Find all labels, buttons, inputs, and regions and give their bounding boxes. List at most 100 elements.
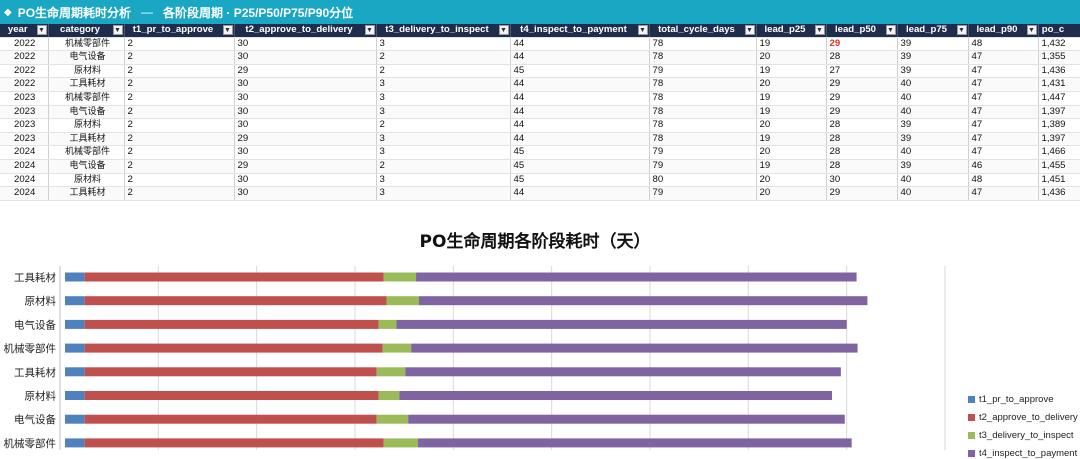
table-cell-t1_pr_to_approve[interactable]: 2 xyxy=(124,159,235,174)
table-cell-t3_delivery_to_inspect[interactable]: 2 xyxy=(376,64,511,79)
table-cell-year[interactable]: 2023 xyxy=(0,118,49,133)
table-cell-t3_delivery_to_inspect[interactable]: 3 xyxy=(376,77,511,92)
table-cell-category[interactable]: 电气设备 xyxy=(48,105,125,120)
table-cell-lead_p50[interactable]: 29 xyxy=(826,37,898,52)
table-cell-t3_delivery_to_inspect[interactable]: 3 xyxy=(376,37,511,52)
filter-dropdown-icon[interactable]: ▼ xyxy=(814,25,825,35)
table-cell-t2_approve_to_delivery[interactable]: 30 xyxy=(234,91,377,106)
table-cell-category[interactable]: 机械零部件 xyxy=(48,91,125,106)
table-cell-total_cycle_days[interactable]: 78 xyxy=(649,77,757,92)
table-cell-year[interactable]: 2023 xyxy=(0,105,49,120)
table-cell-po_c[interactable]: 1,431 xyxy=(1038,77,1080,92)
table-cell-t3_delivery_to_inspect[interactable]: 3 xyxy=(376,186,511,201)
table-cell-lead_p50[interactable]: 28 xyxy=(826,145,898,160)
table-cell-t4_inspect_to_payment[interactable]: 44 xyxy=(510,186,650,201)
table-cell-po_c[interactable]: 1,397 xyxy=(1038,105,1080,120)
table-cell-lead_p50[interactable]: 29 xyxy=(826,105,898,120)
table-cell-t4_inspect_to_payment[interactable]: 45 xyxy=(510,145,650,160)
table-cell-t2_approve_to_delivery[interactable]: 30 xyxy=(234,37,377,52)
table-cell-year[interactable]: 2024 xyxy=(0,145,49,160)
table-cell-t4_inspect_to_payment[interactable]: 44 xyxy=(510,37,650,52)
table-cell-t1_pr_to_approve[interactable]: 2 xyxy=(124,118,235,133)
table-cell-t2_approve_to_delivery[interactable]: 29 xyxy=(234,132,377,147)
table-cell-t2_approve_to_delivery[interactable]: 29 xyxy=(234,159,377,174)
table-cell-po_c[interactable]: 1,389 xyxy=(1038,118,1080,133)
table-cell-lead_p25[interactable]: 20 xyxy=(756,50,827,65)
filter-dropdown-icon[interactable]: ▼ xyxy=(885,25,896,35)
table-cell-t4_inspect_to_payment[interactable]: 44 xyxy=(510,77,650,92)
table-cell-lead_p25[interactable]: 20 xyxy=(756,173,827,188)
table-cell-category[interactable]: 工具耗材 xyxy=(48,77,125,92)
table-cell-t1_pr_to_approve[interactable]: 2 xyxy=(124,64,235,79)
table-cell-year[interactable]: 2023 xyxy=(0,91,49,106)
table-cell-lead_p75[interactable]: 40 xyxy=(897,173,969,188)
table-cell-year[interactable]: 2022 xyxy=(0,64,49,79)
table-cell-t1_pr_to_approve[interactable]: 2 xyxy=(124,37,235,52)
table-cell-lead_p90[interactable]: 47 xyxy=(968,91,1039,106)
table-cell-t3_delivery_to_inspect[interactable]: 2 xyxy=(376,118,511,133)
table-cell-year[interactable]: 2022 xyxy=(0,77,49,92)
table-cell-year[interactable]: 2022 xyxy=(0,50,49,65)
table-cell-lead_p75[interactable]: 40 xyxy=(897,145,969,160)
table-cell-total_cycle_days[interactable]: 78 xyxy=(649,50,757,65)
table-cell-lead_p25[interactable]: 20 xyxy=(756,186,827,201)
table-cell-lead_p75[interactable]: 39 xyxy=(897,118,969,133)
table-cell-lead_p50[interactable]: 28 xyxy=(826,159,898,174)
table-cell-t3_delivery_to_inspect[interactable]: 3 xyxy=(376,173,511,188)
table-cell-po_c[interactable]: 1,455 xyxy=(1038,159,1080,174)
table-cell-po_c[interactable]: 1,451 xyxy=(1038,173,1080,188)
table-cell-t2_approve_to_delivery[interactable]: 29 xyxy=(234,64,377,79)
table-cell-category[interactable]: 原材料 xyxy=(48,118,125,133)
table-cell-total_cycle_days[interactable]: 78 xyxy=(649,105,757,120)
table-cell-lead_p50[interactable]: 30 xyxy=(826,173,898,188)
table-cell-t3_delivery_to_inspect[interactable]: 3 xyxy=(376,91,511,106)
table-cell-t2_approve_to_delivery[interactable]: 30 xyxy=(234,186,377,201)
table-cell-t1_pr_to_approve[interactable]: 2 xyxy=(124,91,235,106)
table-cell-lead_p75[interactable]: 39 xyxy=(897,159,969,174)
table-cell-t3_delivery_to_inspect[interactable]: 2 xyxy=(376,50,511,65)
table-cell-t2_approve_to_delivery[interactable]: 30 xyxy=(234,145,377,160)
table-cell-po_c[interactable]: 1,436 xyxy=(1038,186,1080,201)
table-cell-po_c[interactable]: 1,355 xyxy=(1038,50,1080,65)
table-cell-lead_p90[interactable]: 47 xyxy=(968,64,1039,79)
table-cell-t4_inspect_to_payment[interactable]: 44 xyxy=(510,105,650,120)
table-cell-lead_p25[interactable]: 19 xyxy=(756,37,827,52)
table-cell-lead_p25[interactable]: 20 xyxy=(756,145,827,160)
table-cell-t4_inspect_to_payment[interactable]: 44 xyxy=(510,132,650,147)
table-cell-t1_pr_to_approve[interactable]: 2 xyxy=(124,132,235,147)
filter-dropdown-icon[interactable]: ▼ xyxy=(498,25,509,35)
table-cell-lead_p25[interactable]: 19 xyxy=(756,105,827,120)
table-cell-year[interactable]: 2024 xyxy=(0,159,49,174)
table-cell-total_cycle_days[interactable]: 79 xyxy=(649,145,757,160)
table-cell-po_c[interactable]: 1,436 xyxy=(1038,64,1080,79)
table-cell-t4_inspect_to_payment[interactable]: 45 xyxy=(510,64,650,79)
table-cell-category[interactable]: 工具耗材 xyxy=(48,132,125,147)
table-cell-lead_p25[interactable]: 20 xyxy=(756,77,827,92)
table-cell-category[interactable]: 工具耗材 xyxy=(48,186,125,201)
table-cell-t2_approve_to_delivery[interactable]: 30 xyxy=(234,173,377,188)
filter-dropdown-icon[interactable]: ▼ xyxy=(222,25,233,35)
table-cell-lead_p75[interactable]: 40 xyxy=(897,91,969,106)
filter-dropdown-icon[interactable]: ▼ xyxy=(744,25,755,35)
table-cell-t2_approve_to_delivery[interactable]: 30 xyxy=(234,50,377,65)
table-cell-t3_delivery_to_inspect[interactable]: 3 xyxy=(376,105,511,120)
table-cell-lead_p50[interactable]: 29 xyxy=(826,186,898,201)
table-cell-po_c[interactable]: 1,432 xyxy=(1038,37,1080,52)
table-cell-category[interactable]: 电气设备 xyxy=(48,50,125,65)
table-cell-lead_p75[interactable]: 40 xyxy=(897,186,969,201)
table-cell-category[interactable]: 机械零部件 xyxy=(48,37,125,52)
table-cell-po_c[interactable]: 1,447 xyxy=(1038,91,1080,106)
table-cell-po_c[interactable]: 1,466 xyxy=(1038,145,1080,160)
table-cell-lead_p90[interactable]: 48 xyxy=(968,173,1039,188)
table-cell-total_cycle_days[interactable]: 78 xyxy=(649,118,757,133)
table-cell-po_c[interactable]: 1,397 xyxy=(1038,132,1080,147)
table-cell-category[interactable]: 电气设备 xyxy=(48,159,125,174)
table-cell-total_cycle_days[interactable]: 80 xyxy=(649,173,757,188)
table-cell-lead_p50[interactable]: 29 xyxy=(826,77,898,92)
table-cell-category[interactable]: 原材料 xyxy=(48,64,125,79)
table-cell-t1_pr_to_approve[interactable]: 2 xyxy=(124,50,235,65)
table-cell-lead_p25[interactable]: 19 xyxy=(756,91,827,106)
table-cell-year[interactable]: 2024 xyxy=(0,173,49,188)
table-cell-lead_p75[interactable]: 39 xyxy=(897,37,969,52)
table-cell-lead_p90[interactable]: 47 xyxy=(968,145,1039,160)
